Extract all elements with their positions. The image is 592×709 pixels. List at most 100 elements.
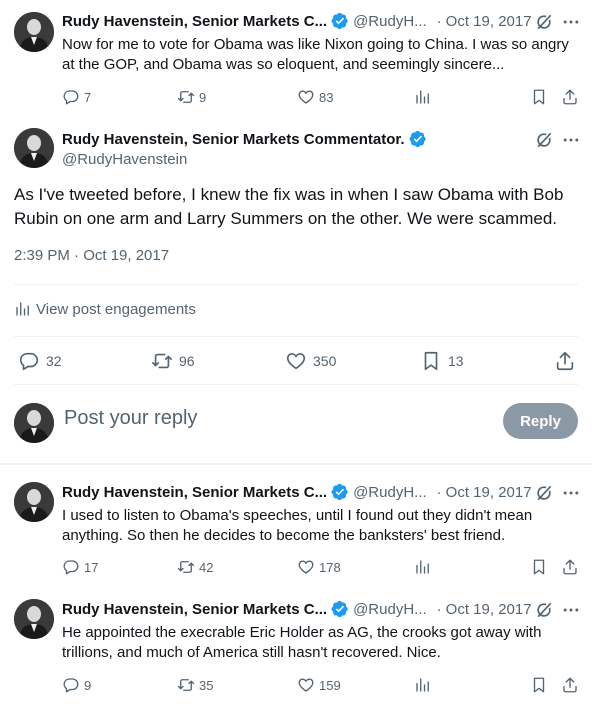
reply-count: 7	[84, 89, 92, 105]
share-icon	[561, 676, 579, 694]
views-button[interactable]	[414, 676, 432, 694]
reply-button[interactable]: 9	[62, 676, 91, 694]
retweet-icon	[177, 558, 195, 576]
reply-button[interactable]: 32	[18, 350, 62, 372]
tweet-text-line: anything. So then he decides to become t…	[62, 527, 506, 544]
more-icon[interactable]	[561, 12, 581, 32]
share-icon	[561, 558, 579, 576]
retweet-button[interactable]: 35	[177, 676, 213, 694]
share-icon	[554, 350, 576, 372]
reply-icon	[62, 676, 80, 694]
reply-button[interactable]: 7	[62, 88, 91, 106]
reply-input[interactable]: Post your reply	[64, 407, 197, 430]
like-icon	[297, 676, 315, 694]
reply-submit-button[interactable]: Reply	[503, 403, 578, 439]
verified-badge-icon	[331, 600, 349, 618]
retweet-button[interactable]: 42	[177, 558, 213, 576]
bookmark-button[interactable]	[530, 558, 548, 576]
author-name[interactable]: Rudy Havenstein, Senior Markets C...	[62, 484, 327, 501]
avatar[interactable]	[14, 482, 54, 522]
bookmark-icon	[530, 558, 548, 576]
divider	[0, 463, 592, 465]
retweet-button[interactable]: 9	[177, 88, 206, 106]
divider	[14, 336, 578, 337]
bookmark-icon	[530, 88, 548, 106]
tweet-text: He appointed the execrable Eric Holder a…	[62, 623, 541, 663]
retweet-button[interactable]: 96	[151, 350, 195, 372]
tweet-header: Rudy Havenstein, Senior Markets C... @Ru…	[62, 483, 532, 501]
divider	[14, 284, 578, 285]
tweet-timestamp[interactable]: 2:39 PM · Oct 19, 2017	[14, 247, 169, 264]
tweet-text-line: He appointed the execrable Eric Holder a…	[62, 624, 542, 641]
separator-dot: ·	[436, 600, 442, 618]
retweet-count: 96	[179, 353, 195, 369]
reply-icon	[18, 350, 40, 372]
divider	[14, 384, 578, 385]
tweet-date[interactable]: Oct 19, 2017	[446, 484, 532, 501]
share-button[interactable]	[561, 676, 579, 694]
author-name[interactable]: Rudy Havenstein, Senior Markets C...	[62, 13, 327, 30]
like-button[interactable]: 83	[297, 88, 333, 106]
tweet-date[interactable]: Oct 19, 2017	[446, 601, 532, 618]
avatar[interactable]	[14, 599, 54, 639]
author-handle[interactable]: @RudyHavenstein	[62, 151, 187, 168]
tweet-text: Now for me to vote for Obama was like Ni…	[62, 35, 569, 75]
reply-count: 9	[84, 677, 92, 693]
reply-icon	[62, 88, 80, 106]
verified-badge-icon	[409, 130, 427, 148]
tweet-header: Rudy Havenstein, Senior Markets C... @Ru…	[62, 12, 532, 30]
views-icon	[414, 558, 432, 576]
avatar[interactable]	[14, 128, 54, 168]
tweet-text-line: Now for me to vote for Obama was like Ni…	[62, 36, 569, 53]
like-icon	[297, 558, 315, 576]
share-icon	[561, 88, 579, 106]
share-button[interactable]	[561, 88, 579, 106]
author-name[interactable]: Rudy Havenstein, Senior Markets C...	[62, 601, 327, 618]
reply-icon	[62, 558, 80, 576]
like-count: 350	[313, 353, 337, 369]
retweet-count: 42	[199, 559, 214, 575]
share-button[interactable]	[561, 558, 579, 576]
bookmark-button[interactable]	[530, 88, 548, 106]
author-handle[interactable]: @RudyH...	[353, 601, 427, 618]
more-icon[interactable]	[561, 600, 581, 620]
more-icon[interactable]	[561, 483, 581, 503]
view-engagements-link[interactable]: View post engagements	[14, 300, 196, 318]
views-icon	[414, 88, 432, 106]
views-button[interactable]	[414, 88, 432, 106]
retweet-icon	[151, 350, 173, 372]
like-button[interactable]: 159	[297, 676, 341, 694]
bookmark-count: 13	[448, 353, 464, 369]
author-handle[interactable]: @RudyH...	[353, 13, 427, 30]
avatar[interactable]	[14, 12, 54, 52]
grok-icon[interactable]	[534, 483, 554, 503]
grok-icon[interactable]	[534, 600, 554, 620]
tweet-text: I used to listen to Obama's speeches, un…	[62, 506, 532, 546]
like-icon	[285, 350, 307, 372]
views-button[interactable]	[414, 558, 432, 576]
reply-button[interactable]: 17	[62, 558, 98, 576]
grok-icon[interactable]	[534, 130, 554, 150]
views-icon	[14, 300, 32, 318]
like-button[interactable]: 350	[285, 350, 336, 372]
tweet-header: Rudy Havenstein, Senior Markets C... @Ru…	[62, 600, 532, 618]
avatar	[14, 403, 54, 443]
more-icon[interactable]	[561, 130, 581, 150]
author-handle[interactable]: @RudyH...	[353, 484, 427, 501]
tweet-date[interactable]: Oct 19, 2017	[446, 13, 532, 30]
bookmark-button[interactable]	[530, 676, 548, 694]
like-button[interactable]: 178	[297, 558, 341, 576]
verified-badge-icon	[331, 483, 349, 501]
bookmark-button[interactable]: 13	[420, 350, 464, 372]
like-icon	[297, 88, 315, 106]
tweet-text-line: As I've tweeted before, I knew the fix w…	[14, 185, 564, 204]
bookmark-icon	[530, 676, 548, 694]
tweet-text-line: Rubin on one arm and Larry Summers on th…	[14, 209, 557, 228]
like-count: 83	[319, 89, 334, 105]
grok-icon[interactable]	[534, 12, 554, 32]
engagements-label: View post engagements	[36, 300, 196, 318]
author-name[interactable]: Rudy Havenstein, Senior Markets Commenta…	[62, 131, 405, 148]
bookmark-icon	[420, 350, 442, 372]
separator-dot: ·	[436, 12, 442, 30]
share-button[interactable]	[554, 350, 576, 372]
